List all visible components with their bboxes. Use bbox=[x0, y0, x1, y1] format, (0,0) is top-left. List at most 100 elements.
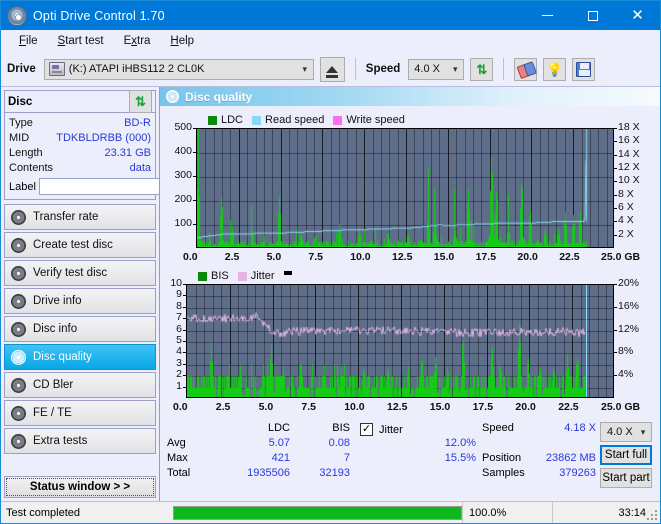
disc-refresh-button[interactable]: ⇅ bbox=[129, 90, 152, 113]
y-tick-label: 1 bbox=[176, 380, 182, 392]
y-tick-label: 10 bbox=[170, 277, 182, 289]
y2-tickmark bbox=[614, 221, 617, 222]
y-tick-label: 8 bbox=[176, 300, 182, 312]
disc-row-key: Type bbox=[9, 116, 33, 129]
drive-select[interactable]: (K:) ATAPI iHBS112 2 CL0K ▾ bbox=[43, 58, 314, 80]
status-window-button[interactable]: Status window > > bbox=[4, 476, 156, 498]
y2-tickmark bbox=[614, 155, 617, 156]
disc-panel-header: Disc ⇅ bbox=[5, 90, 155, 113]
disc-row-value: BD-R bbox=[124, 116, 151, 129]
sidebar-item-drive-info[interactable]: Drive info bbox=[4, 288, 156, 314]
menu-item-help[interactable]: Help bbox=[160, 33, 204, 49]
x-tick-label: 22.5 bbox=[559, 251, 580, 263]
menu-item-file[interactable]: FFileile bbox=[9, 33, 48, 49]
disc-row-key: Length bbox=[9, 146, 43, 159]
menu-bar: FFileile Start test Extra Help bbox=[1, 30, 660, 52]
position-value: 23862 MB bbox=[545, 452, 596, 464]
stats-ldc-avg: 5.07 bbox=[268, 437, 290, 449]
stats-row-avg: Avg 5.07 0.08 bbox=[160, 437, 360, 452]
y-tick-label: 500 bbox=[174, 121, 192, 133]
x-tick-label: 15.0 bbox=[433, 251, 455, 263]
refresh-icon: ⇅ bbox=[135, 94, 146, 109]
elapsed-time: 33:14 bbox=[552, 502, 660, 523]
toolbar-divider-1 bbox=[354, 58, 356, 80]
sidebar-item-label: Disc quality bbox=[33, 351, 92, 363]
start-full-button[interactable]: Start full bbox=[600, 445, 652, 465]
jitter-label: Jitter bbox=[379, 423, 403, 436]
y2-tick-label: 12 X bbox=[618, 161, 640, 173]
refresh-icon: ⇅ bbox=[476, 61, 488, 77]
sidebar-item-create-test-disc[interactable]: Create test disc bbox=[4, 232, 156, 258]
progress-bar bbox=[173, 505, 462, 520]
eject-icon bbox=[326, 65, 339, 78]
drive-label: Drive bbox=[7, 63, 36, 75]
x-tick-label: 12.5 bbox=[387, 401, 408, 413]
sidebar-item-fe-te[interactable]: FE / TE bbox=[4, 400, 156, 426]
refresh-button[interactable]: ⇅ bbox=[470, 57, 494, 81]
legend-label: Jitter bbox=[250, 270, 275, 282]
sidebar-item-transfer-rate[interactable]: Transfer rate bbox=[4, 204, 156, 230]
drive-select-value: (K:) ATAPI iHBS112 2 CL0K bbox=[68, 63, 205, 75]
samples-value: 379263 bbox=[559, 467, 596, 479]
bis-jitter-chart: BIS Jitter 1 2 3 4 5 6 7 8 9 10 4% 8% 12% 16% 20% 0.0 2.5 5… bbox=[160, 266, 660, 416]
stats-bis-max: 7 bbox=[343, 452, 350, 464]
sidebar-item-extra-tests[interactable]: Extra tests bbox=[4, 428, 156, 454]
start-part-button[interactable]: Start part bbox=[600, 468, 652, 488]
chart-legend: LDC Read speed Write speed bbox=[208, 114, 410, 126]
stats-bis-total: 32193 bbox=[319, 467, 350, 479]
y-tickmark bbox=[193, 152, 196, 153]
x-tick-label: 22.5 bbox=[558, 401, 579, 413]
ldc-chart: LDC Read speed Write speed 100 200 300 400 500 2… bbox=[160, 106, 660, 266]
end-marker bbox=[586, 285, 587, 397]
eraser-icon bbox=[517, 61, 535, 76]
minimize-button[interactable] bbox=[525, 1, 570, 30]
resize-grip[interactable] bbox=[647, 510, 657, 520]
close-button[interactable]: ✕ bbox=[615, 1, 660, 30]
maximize-button[interactable] bbox=[570, 1, 615, 30]
bulbs-button[interactable]: 💡 bbox=[543, 57, 567, 81]
legend-swatch bbox=[198, 271, 207, 281]
jitter-checkbox[interactable]: ✓ bbox=[360, 423, 373, 436]
disc-icon bbox=[11, 265, 26, 281]
sidebar-item-label: Drive info bbox=[33, 295, 82, 307]
speed-select-value: 4.0 X bbox=[414, 63, 440, 75]
menu-item-extra[interactable]: Extra bbox=[114, 33, 161, 49]
menu-item-start-test[interactable]: Start test bbox=[48, 33, 114, 49]
erase-button[interactable] bbox=[514, 57, 538, 81]
close-icon: ✕ bbox=[631, 6, 644, 24]
sidebar-item-disc-quality[interactable]: Disc quality bbox=[4, 344, 156, 370]
app-icon bbox=[7, 5, 27, 26]
y2-tick-label: 16 X bbox=[618, 134, 640, 146]
save-button[interactable] bbox=[572, 57, 596, 81]
y-tick-label: 200 bbox=[174, 193, 192, 205]
disc-row-mid: MID TDKBLDRBB (000) bbox=[9, 130, 151, 145]
test-speed-select[interactable]: 4.0 X ▾ bbox=[600, 422, 652, 442]
test-actions: 4.0 X ▾ Start full Start part bbox=[600, 422, 660, 501]
bulbs-icon: 💡 bbox=[546, 61, 563, 77]
disc-quality-icon bbox=[166, 90, 179, 103]
sidebar-item-disc-info[interactable]: Disc info bbox=[4, 316, 156, 342]
y-tick-label: 4 bbox=[176, 345, 182, 357]
progress-percent: 100.0% bbox=[462, 502, 552, 523]
content-pane: Disc quality LDC Read speed Write speed 100… bbox=[159, 87, 660, 501]
sidebar-item-verify-test-disc[interactable]: Verify test disc bbox=[4, 260, 156, 286]
y-tickmark bbox=[183, 318, 186, 319]
y2-tickmark bbox=[614, 375, 617, 376]
drive-icon bbox=[48, 62, 65, 76]
eject-button[interactable] bbox=[319, 56, 345, 82]
sidebar-item-cd-bler[interactable]: CD Bler bbox=[4, 372, 156, 398]
speed-select[interactable]: 4.0 X ▾ bbox=[408, 58, 465, 80]
disc-icon bbox=[11, 237, 26, 253]
chevron-down-icon: ▾ bbox=[453, 63, 458, 74]
stats-table: LDC BIS Avg 5.07 0.08 Max 421 7 Total 19… bbox=[160, 422, 360, 501]
disc-row-key: MID bbox=[9, 131, 30, 144]
stats-jitter-max: 15.5% bbox=[444, 452, 476, 464]
disc-icon bbox=[11, 433, 26, 449]
chevron-down-icon: ▾ bbox=[302, 63, 308, 74]
disc-info-rows: Type BD-R MID TDKBLDRBB (000) Length 23.… bbox=[5, 113, 246, 199]
sidebar-item-label: Disc info bbox=[33, 323, 78, 335]
sidebar-item-label: Verify test disc bbox=[33, 267, 108, 279]
page-title: Disc quality bbox=[185, 89, 253, 104]
y2-tick-label: 20% bbox=[618, 277, 640, 289]
stats-jitter-avg: 12.0% bbox=[444, 437, 476, 449]
